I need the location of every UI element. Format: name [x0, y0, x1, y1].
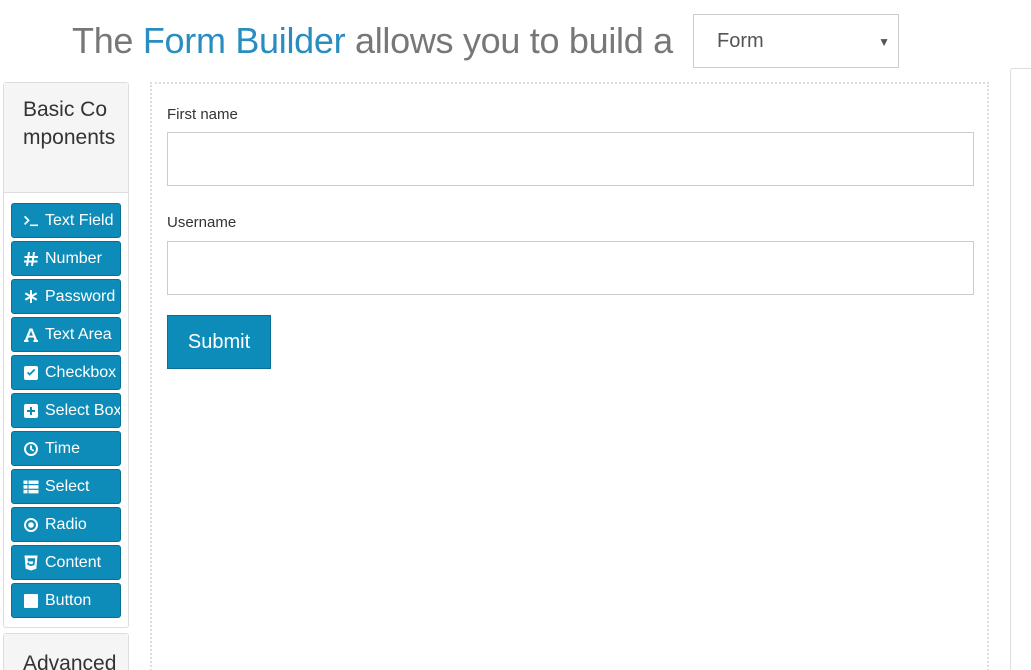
title-brand: Form Builder — [142, 20, 346, 61]
component-label: Number — [45, 249, 102, 267]
component-number-button[interactable]: Number — [11, 241, 121, 276]
component-label: Radio — [45, 515, 87, 533]
first-name-label: First name — [167, 106, 238, 123]
title-suffix: allows you to build a — [345, 20, 673, 61]
advanced-components-title[interactable]: Advanced — [4, 634, 128, 670]
component-select-boxes-button[interactable]: Select Boxes — [11, 393, 121, 428]
component-password-button[interactable]: Password — [11, 279, 121, 314]
right-side-panel — [1010, 68, 1031, 670]
form-type-select[interactable]: Form ▼ — [693, 14, 899, 68]
plus-square-icon — [23, 403, 39, 419]
component-label: Content — [45, 553, 102, 571]
component-checkbox-button[interactable]: Checkbox — [11, 355, 121, 390]
submit-button[interactable]: Submit — [167, 315, 271, 369]
form-type-value: Form — [717, 29, 764, 52]
basic-components-panel: Basic Components Text Field Number Passw… — [3, 82, 129, 628]
component-label: Password — [45, 287, 116, 305]
component-label: Text Field — [45, 211, 114, 229]
title-prefix: The — [72, 20, 143, 61]
font-icon — [23, 327, 39, 343]
form-builder-area[interactable]: First name Username Submit — [150, 82, 989, 670]
username-label: Username — [167, 214, 237, 231]
basic-components-list: Text Field Number Password Text Area Che… — [4, 193, 128, 627]
component-text-field-button[interactable]: Text Field — [11, 203, 121, 238]
page-title: The Form Builder allows you to build a — [72, 20, 673, 62]
component-label: Text Area — [45, 325, 112, 343]
html5-icon — [23, 555, 39, 571]
component-label: Button — [45, 591, 92, 609]
component-sidebar: Basic Components Text Field Number Passw… — [3, 82, 129, 628]
terminal-icon — [23, 213, 39, 229]
component-label: Checkbox — [45, 363, 117, 381]
username-input[interactable] — [167, 241, 974, 295]
component-radio-button[interactable]: Radio — [11, 507, 121, 542]
th-list-icon — [23, 479, 39, 495]
asterisk-icon — [23, 289, 39, 305]
check-square-icon — [23, 365, 39, 381]
dot-circle-icon — [23, 517, 39, 533]
stop-icon — [23, 593, 39, 609]
caret-down-icon: ▼ — [878, 35, 890, 49]
basic-components-title[interactable]: Basic Components — [4, 83, 128, 193]
first-name-input[interactable] — [167, 132, 974, 186]
component-time-button[interactable]: Time — [11, 431, 121, 466]
component-button-button[interactable]: Button — [11, 583, 121, 618]
component-label: Time — [45, 439, 80, 457]
advanced-components-panel: Advanced — [3, 633, 129, 670]
clock-icon — [23, 441, 39, 457]
page-header: The Form Builder allows you to build a F… — [72, 14, 899, 68]
component-select-button[interactable]: Select — [11, 469, 121, 504]
component-label: Select Boxes — [45, 401, 121, 419]
component-content-button[interactable]: Content — [11, 545, 121, 580]
component-label: Select — [45, 477, 90, 495]
component-text-area-button[interactable]: Text Area — [11, 317, 121, 352]
hashtag-icon — [23, 251, 39, 267]
